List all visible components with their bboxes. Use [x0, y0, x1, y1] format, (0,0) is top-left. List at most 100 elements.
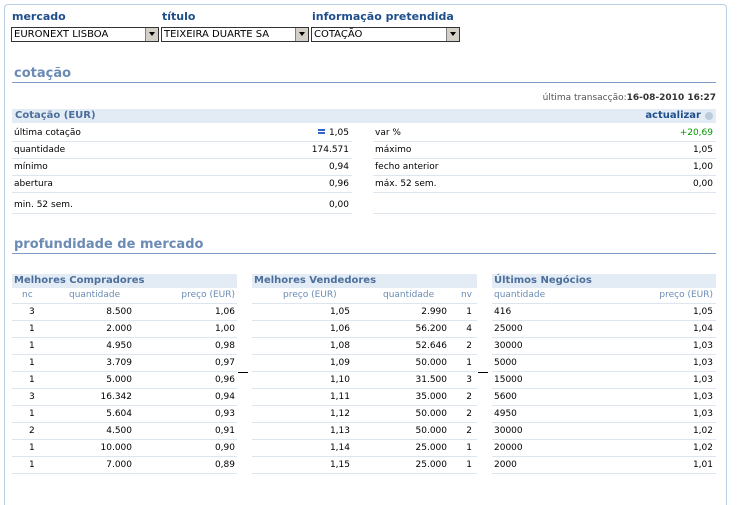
quote-value: 0,00	[692, 179, 713, 189]
table-cell: 0,90	[214, 443, 235, 453]
depth-section-title: profundidade de mercado	[14, 237, 204, 252]
quote-value: 1,05	[328, 128, 349, 138]
table-row: 1,10 31.500 3	[252, 372, 477, 389]
table-cell: 0,89	[214, 460, 235, 470]
last-trade-value: 16-08-2010 16:27	[626, 93, 716, 103]
table-cell: 20000	[494, 443, 523, 453]
unchanged-trend-icon	[317, 129, 325, 134]
table-cell: 0,97	[214, 358, 235, 368]
table-cell: 1	[466, 358, 472, 368]
table-cell: 25.000	[415, 460, 448, 470]
table-row: 2 4.500 0,91	[12, 423, 237, 440]
quote-row-empty	[373, 197, 716, 214]
table-cell: 4.950	[106, 341, 132, 351]
buyers-table: Melhores Compradores nc quantidade preço…	[12, 274, 237, 474]
table-row: 1,06 56.200 4	[252, 321, 477, 338]
dropdown-arrow-icon[interactable]	[446, 28, 459, 41]
quote-value: +20,69	[679, 128, 713, 138]
table-cell: 7.000	[106, 460, 132, 470]
table-cell: 1,14	[329, 443, 350, 453]
table-row: 1,13 50.000 2	[252, 423, 477, 440]
table-row: 1,05 2.990 1	[252, 304, 477, 321]
market-select[interactable]: EURONEXT LISBOA	[11, 27, 159, 42]
quote-row: última cotação 1,05	[12, 125, 352, 142]
info-label: informação pretendida	[312, 10, 454, 23]
divider-mark	[238, 372, 248, 373]
table-row: 15000 1,03	[492, 372, 716, 389]
table-cell: 1	[29, 358, 35, 368]
table-cell: 1,15	[329, 460, 350, 470]
table-cell: 1,03	[692, 392, 713, 402]
table-cell: 1,02	[692, 443, 713, 453]
refresh-icon[interactable]	[705, 112, 713, 120]
table-row: 5000 1,03	[492, 355, 716, 372]
quote-label: quantidade	[14, 145, 66, 155]
table-cell: 1,05	[692, 307, 713, 317]
table-cell: 1	[29, 341, 35, 351]
table-cell: 1,09	[329, 358, 350, 368]
table-cell: 0,93	[214, 409, 235, 419]
quote-header: Cotação (EUR) actualizar	[12, 109, 716, 123]
refresh-link[interactable]: actualizar	[645, 110, 701, 121]
table-row: 30000 1,02	[492, 423, 716, 440]
table-cell: 1,10	[329, 375, 350, 385]
info-select[interactable]: COTAÇÃO	[311, 27, 460, 42]
table-cell: 1,03	[692, 341, 713, 351]
last-trade-info: última transacção:16-08-2010 16:27	[543, 93, 716, 103]
table-cell: 30000	[494, 341, 523, 351]
last-trade-label: última transacção:	[542, 93, 627, 103]
table-cell: 52.646	[415, 341, 448, 351]
quote-section-title: cotação	[14, 66, 72, 81]
table-cell: 1,03	[692, 375, 713, 385]
table-row: 1,08 52.646 2	[252, 338, 477, 355]
security-label: título	[162, 10, 196, 23]
quote-row: abertura 0,96	[12, 176, 352, 193]
sellers-title: Melhores Vendedores	[254, 275, 377, 286]
quote-row: min. 52 sem. 0,00	[12, 197, 352, 214]
section-divider	[12, 253, 716, 254]
table-row: 1 5.000 0,96	[12, 372, 237, 389]
quote-label: min. 52 sem.	[14, 200, 73, 210]
dropdown-arrow-icon[interactable]	[145, 28, 158, 41]
dropdown-arrow-icon[interactable]	[295, 28, 308, 41]
column-header: preço (EUR)	[283, 290, 337, 300]
quote-label: abertura	[14, 179, 53, 189]
table-row: 1 7.000 0,89	[12, 457, 237, 474]
table-row: 1,11 35.000 2	[252, 389, 477, 406]
table-cell: 5000	[494, 358, 517, 368]
table-cell: 1,01	[692, 460, 713, 470]
quote-value: 0,94	[328, 162, 349, 172]
table-cell: 1,03	[692, 409, 713, 419]
table-cell: 1,06	[214, 307, 235, 317]
table-cell: 4	[466, 324, 472, 334]
trades-table: Últimos Negócios quantidade preço (EUR) …	[492, 274, 716, 474]
quote-value: 0,96	[328, 179, 349, 189]
info-select-value: COTAÇÃO	[314, 29, 363, 40]
divider-mark	[478, 372, 488, 373]
table-cell: 416	[494, 307, 512, 317]
table-cell: 2	[466, 341, 472, 351]
market-label: mercado	[12, 10, 66, 23]
table-cell: 2	[29, 426, 35, 436]
quote-label: máx. 52 sem.	[375, 179, 437, 189]
table-cell: 50.000	[415, 358, 448, 368]
quote-header-title: Cotação (EUR)	[15, 110, 96, 121]
table-row: 1 3.709 0,97	[12, 355, 237, 372]
table-cell: 4.500	[106, 426, 132, 436]
table-row: 1,09 50.000 1	[252, 355, 477, 372]
table-cell: 25.000	[415, 443, 448, 453]
table-cell: 1,12	[329, 409, 350, 419]
column-header: nc	[22, 290, 33, 300]
table-cell: 50.000	[415, 426, 448, 436]
table-cell: 3	[466, 375, 472, 385]
table-row: 1 2.000 1,00	[12, 321, 237, 338]
table-cell: 25000	[494, 324, 523, 334]
table-cell: 1	[466, 460, 472, 470]
security-select[interactable]: TEIXEIRA DUARTE SA	[161, 27, 309, 42]
table-cell: 1,06	[329, 324, 350, 334]
table-cell: 2000	[494, 460, 517, 470]
table-cell: 1	[29, 460, 35, 470]
table-cell: 1,08	[329, 341, 350, 351]
quote-row: máx. 52 sem. 0,00	[373, 176, 716, 193]
table-cell: 1,03	[692, 358, 713, 368]
